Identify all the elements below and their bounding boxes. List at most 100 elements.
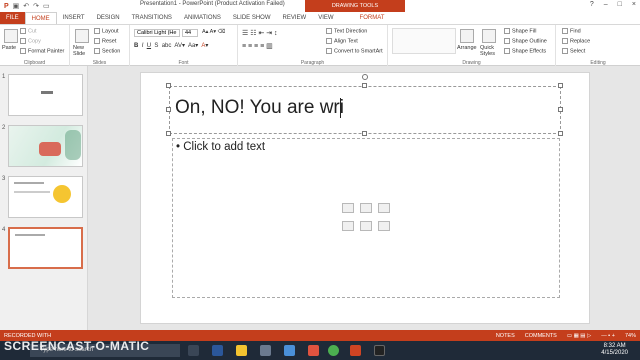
tab-slide-show[interactable]: SLIDE SHOW: [227, 12, 277, 24]
quick-access-toolbar: P ▣ ↶ ↷ ▭: [0, 2, 120, 11]
tab-insert[interactable]: INSERT: [57, 12, 91, 24]
thumb-title-mark: [14, 182, 44, 184]
undo-icon[interactable]: ↶: [23, 2, 29, 10]
arrange-icon[interactable]: [460, 29, 474, 43]
content-placeholder-text[interactable]: • Click to add text: [176, 141, 265, 153]
rotate-handle[interactable]: [362, 74, 368, 80]
tab-transitions[interactable]: TRANSITIONS: [126, 12, 178, 24]
close-button[interactable]: ×: [632, 1, 636, 8]
title-bar: P ▣ ↶ ↷ ▭ Presentation1 - PowerPoint (Pr…: [0, 0, 640, 12]
layout-button[interactable]: Layout: [94, 28, 119, 34]
comments-button[interactable]: COMMENTS: [525, 333, 557, 339]
slide-title-text[interactable]: On, NO! You are wri: [175, 97, 344, 119]
new-slide-icon[interactable]: [75, 29, 89, 43]
maximize-button[interactable]: □: [618, 1, 622, 8]
store-icon[interactable]: [260, 345, 271, 356]
editing-group: Find Replace Select Editing: [556, 25, 640, 67]
paste-button[interactable]: Paste: [2, 45, 16, 51]
resize-handle[interactable]: [166, 107, 171, 112]
quick-styles-icon[interactable]: [482, 29, 496, 43]
mail-icon[interactable]: [284, 345, 295, 356]
arrange-button[interactable]: Arrange: [457, 45, 477, 51]
text-direction-button[interactable]: Text Direction: [326, 28, 367, 34]
watermelon-image: [39, 142, 61, 156]
text-cursor: [340, 98, 341, 118]
office-icon[interactable]: [308, 345, 319, 356]
tab-format[interactable]: FORMAT: [354, 12, 391, 24]
leaf-decoration: [65, 130, 81, 160]
insert-smartart-icon[interactable]: [378, 203, 390, 213]
thumb-number: 3: [2, 176, 6, 182]
binoculars-icon: [562, 28, 568, 34]
resize-handle[interactable]: [166, 131, 171, 136]
resize-handle[interactable]: [362, 83, 367, 88]
select-button[interactable]: Select: [562, 48, 585, 54]
resize-handle[interactable]: [558, 107, 563, 112]
insert-table-icon[interactable]: [342, 203, 354, 213]
font-format-buttons[interactable]: B I U S abc AV▾ Aa▾ A▾: [134, 42, 208, 49]
reset-button[interactable]: Reset: [94, 38, 116, 44]
section-button[interactable]: Section: [94, 48, 120, 54]
replace-button[interactable]: Replace: [562, 38, 590, 44]
resize-handle[interactable]: [166, 83, 171, 88]
insert-picture-icon[interactable]: [342, 221, 354, 231]
slide-thumbnail-3[interactable]: [8, 176, 83, 218]
view-buttons[interactable]: ▭ ▦ ▤ ▷: [567, 333, 591, 339]
insert-video-icon[interactable]: [378, 221, 390, 231]
shape-fill-button[interactable]: Shape Fill: [504, 28, 536, 34]
cursor-icon: [562, 48, 568, 54]
screencast-watermark: SCREENCAST-O-MATIC: [4, 339, 150, 353]
new-slide-button[interactable]: New Slide: [73, 45, 91, 57]
tab-home[interactable]: HOME: [24, 12, 57, 24]
slide-thumbnail-1[interactable]: [8, 74, 83, 116]
tab-view[interactable]: VIEW: [312, 12, 339, 24]
copy-icon: [20, 38, 26, 44]
ribbon: Paste Cut Copy Format Painter Clipboard …: [0, 24, 640, 67]
chrome-icon[interactable]: [328, 345, 339, 356]
smartart-icon: [326, 48, 332, 54]
quick-styles-button[interactable]: Quick Styles: [480, 45, 498, 57]
list-buttons[interactable]: ☰ ☷ ⇤ ⇥ ↕: [242, 29, 278, 37]
cut-button[interactable]: Cut: [20, 28, 37, 34]
resize-handle[interactable]: [558, 83, 563, 88]
shape-effects-button[interactable]: Shape Effects: [504, 48, 546, 54]
notes-button[interactable]: NOTES: [496, 333, 515, 339]
align-text-button[interactable]: Align Text: [326, 38, 358, 44]
slide-thumbnail-2[interactable]: [8, 125, 83, 167]
insert-online-picture-icon[interactable]: [360, 221, 372, 231]
font-size-box[interactable]: 44: [182, 29, 198, 37]
zoom-slider[interactable]: — ▪ +: [601, 333, 615, 339]
tab-animations[interactable]: ANIMATIONS: [178, 12, 227, 24]
tab-design[interactable]: DESIGN: [91, 12, 126, 24]
powerpoint-taskbar-icon[interactable]: [350, 345, 361, 356]
slide-thumbnail-4[interactable]: [8, 227, 83, 269]
font-name-box[interactable]: Calibri Light (He: [134, 29, 180, 37]
tab-review[interactable]: REVIEW: [277, 12, 313, 24]
shapes-gallery[interactable]: [392, 28, 456, 54]
shape-outline-button[interactable]: Shape Outline: [504, 38, 547, 44]
resize-handle[interactable]: [362, 131, 367, 136]
convert-smartart-button[interactable]: Convert to SmartArt: [326, 48, 383, 54]
save-icon[interactable]: ▣: [13, 2, 20, 10]
tab-file[interactable]: FILE: [0, 12, 25, 24]
start-slideshow-icon[interactable]: ▭: [43, 2, 50, 10]
format-painter-button[interactable]: Format Painter: [20, 48, 64, 54]
section-icon: [94, 48, 100, 54]
minimize-button[interactable]: –: [604, 1, 608, 8]
help-button[interactable]: ?: [590, 1, 594, 8]
grow-font-icon[interactable]: A▴ A▾ ⌫: [202, 29, 225, 35]
paste-icon[interactable]: [4, 29, 18, 43]
edge-icon[interactable]: [212, 345, 223, 356]
align-buttons[interactable]: ≡ ≡ ≡ ≡ ▥: [242, 42, 273, 50]
insert-chart-icon[interactable]: [360, 203, 372, 213]
file-explorer-icon[interactable]: [236, 345, 247, 356]
redo-icon[interactable]: ↷: [33, 2, 39, 10]
app-taskbar-icon[interactable]: [374, 345, 385, 356]
font-group: Calibri Light (He 44 A▴ A▾ ⌫ B I U S abc…: [130, 25, 238, 67]
find-button[interactable]: Find: [562, 28, 581, 34]
format-painter-label: Format Painter: [28, 48, 65, 55]
task-view-icon[interactable]: [188, 345, 199, 356]
zoom-level[interactable]: 74%: [625, 333, 636, 339]
resize-handle[interactable]: [558, 131, 563, 136]
copy-button[interactable]: Copy: [20, 38, 41, 44]
